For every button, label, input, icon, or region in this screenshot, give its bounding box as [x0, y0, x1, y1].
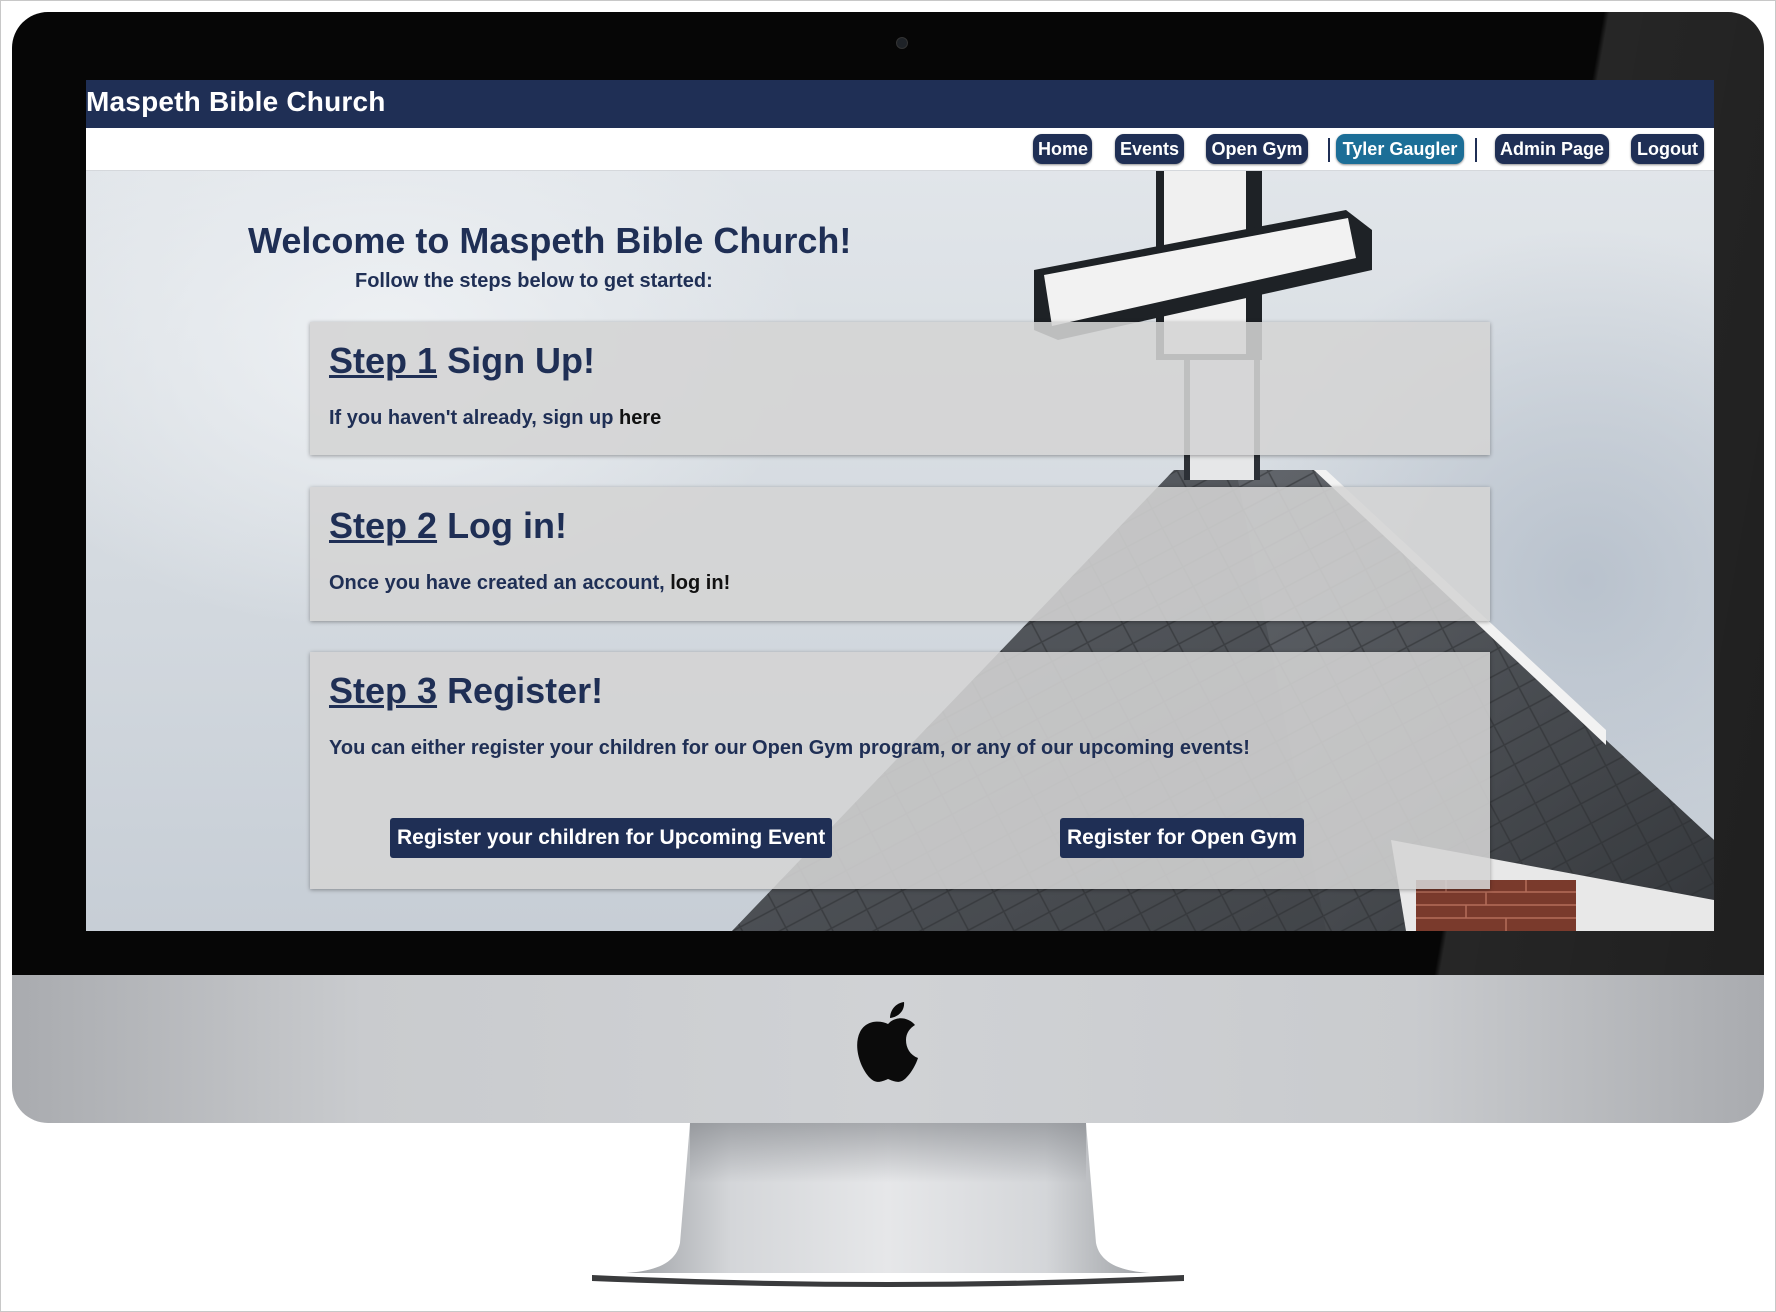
step-description: Once you have created an account,	[329, 572, 671, 594]
log-in-exclamation: !	[723, 572, 731, 594]
step-title: Log in!	[447, 505, 568, 546]
nav-admin-button[interactable]: Admin Page	[1495, 134, 1609, 164]
site-header: Maspeth Bible Church	[86, 80, 1714, 128]
welcome-subtitle: Follow the steps below to get started:	[355, 270, 713, 292]
welcome-heading: Welcome to Maspeth Bible Church!	[248, 220, 852, 261]
nav-user-button[interactable]: Tyler Gaugler	[1336, 134, 1464, 164]
step-card-1: Step 1 Sign Up! If you haven't already, …	[310, 322, 1490, 455]
step-card-2: Step 2 Log in! Once you have created an …	[310, 487, 1490, 621]
site-title[interactable]: Maspeth Bible Church	[86, 86, 386, 118]
register-event-button[interactable]: Register your children for Upcoming Even…	[390, 818, 833, 858]
step-title: Register!	[447, 670, 604, 711]
browser-screen: Maspeth Bible Church Home Events Open Gy…	[86, 80, 1714, 931]
nav-home-button[interactable]: Home	[1033, 134, 1092, 164]
step-title: Sign Up!	[447, 340, 596, 381]
imac-stand	[592, 1123, 1184, 1287]
nav-separator	[1328, 138, 1330, 162]
step-2-link[interactable]: Step 2	[329, 505, 437, 546]
step-text: If you haven't already, sign up here	[329, 407, 661, 430]
camera-icon	[896, 37, 908, 49]
step-text: Once you have created an account, log in…	[329, 572, 730, 595]
log-in-link[interactable]: log in	[670, 572, 723, 594]
apple-logo-icon	[857, 1002, 918, 1082]
imac-bezel: Maspeth Bible Church Home Events Open Gy…	[12, 12, 1764, 975]
nav-logout-button[interactable]: Logout	[1631, 134, 1704, 164]
step-heading: Step 1 Sign Up!	[329, 340, 595, 382]
nav-separator	[1475, 138, 1477, 162]
step-3-link[interactable]: Step 3	[329, 670, 437, 711]
step-1-link[interactable]: Step 1	[329, 340, 437, 381]
navbar: Home Events Open Gym Tyler Gaugler Admin…	[86, 128, 1714, 171]
sign-up-link[interactable]: here	[619, 407, 661, 429]
nav-events-button[interactable]: Events	[1115, 134, 1184, 164]
nav-open-gym-button[interactable]: Open Gym	[1206, 134, 1308, 164]
step-card-3: Step 3 Register! You can either register…	[310, 652, 1490, 889]
register-open-gym-button[interactable]: Register for Open Gym	[1060, 818, 1304, 858]
step-description: You can either register your children fo…	[329, 737, 1250, 759]
step-heading: Step 2 Log in!	[329, 505, 567, 547]
step-description: If you haven't already, sign up	[329, 407, 619, 429]
step-heading: Step 3 Register!	[329, 670, 603, 712]
